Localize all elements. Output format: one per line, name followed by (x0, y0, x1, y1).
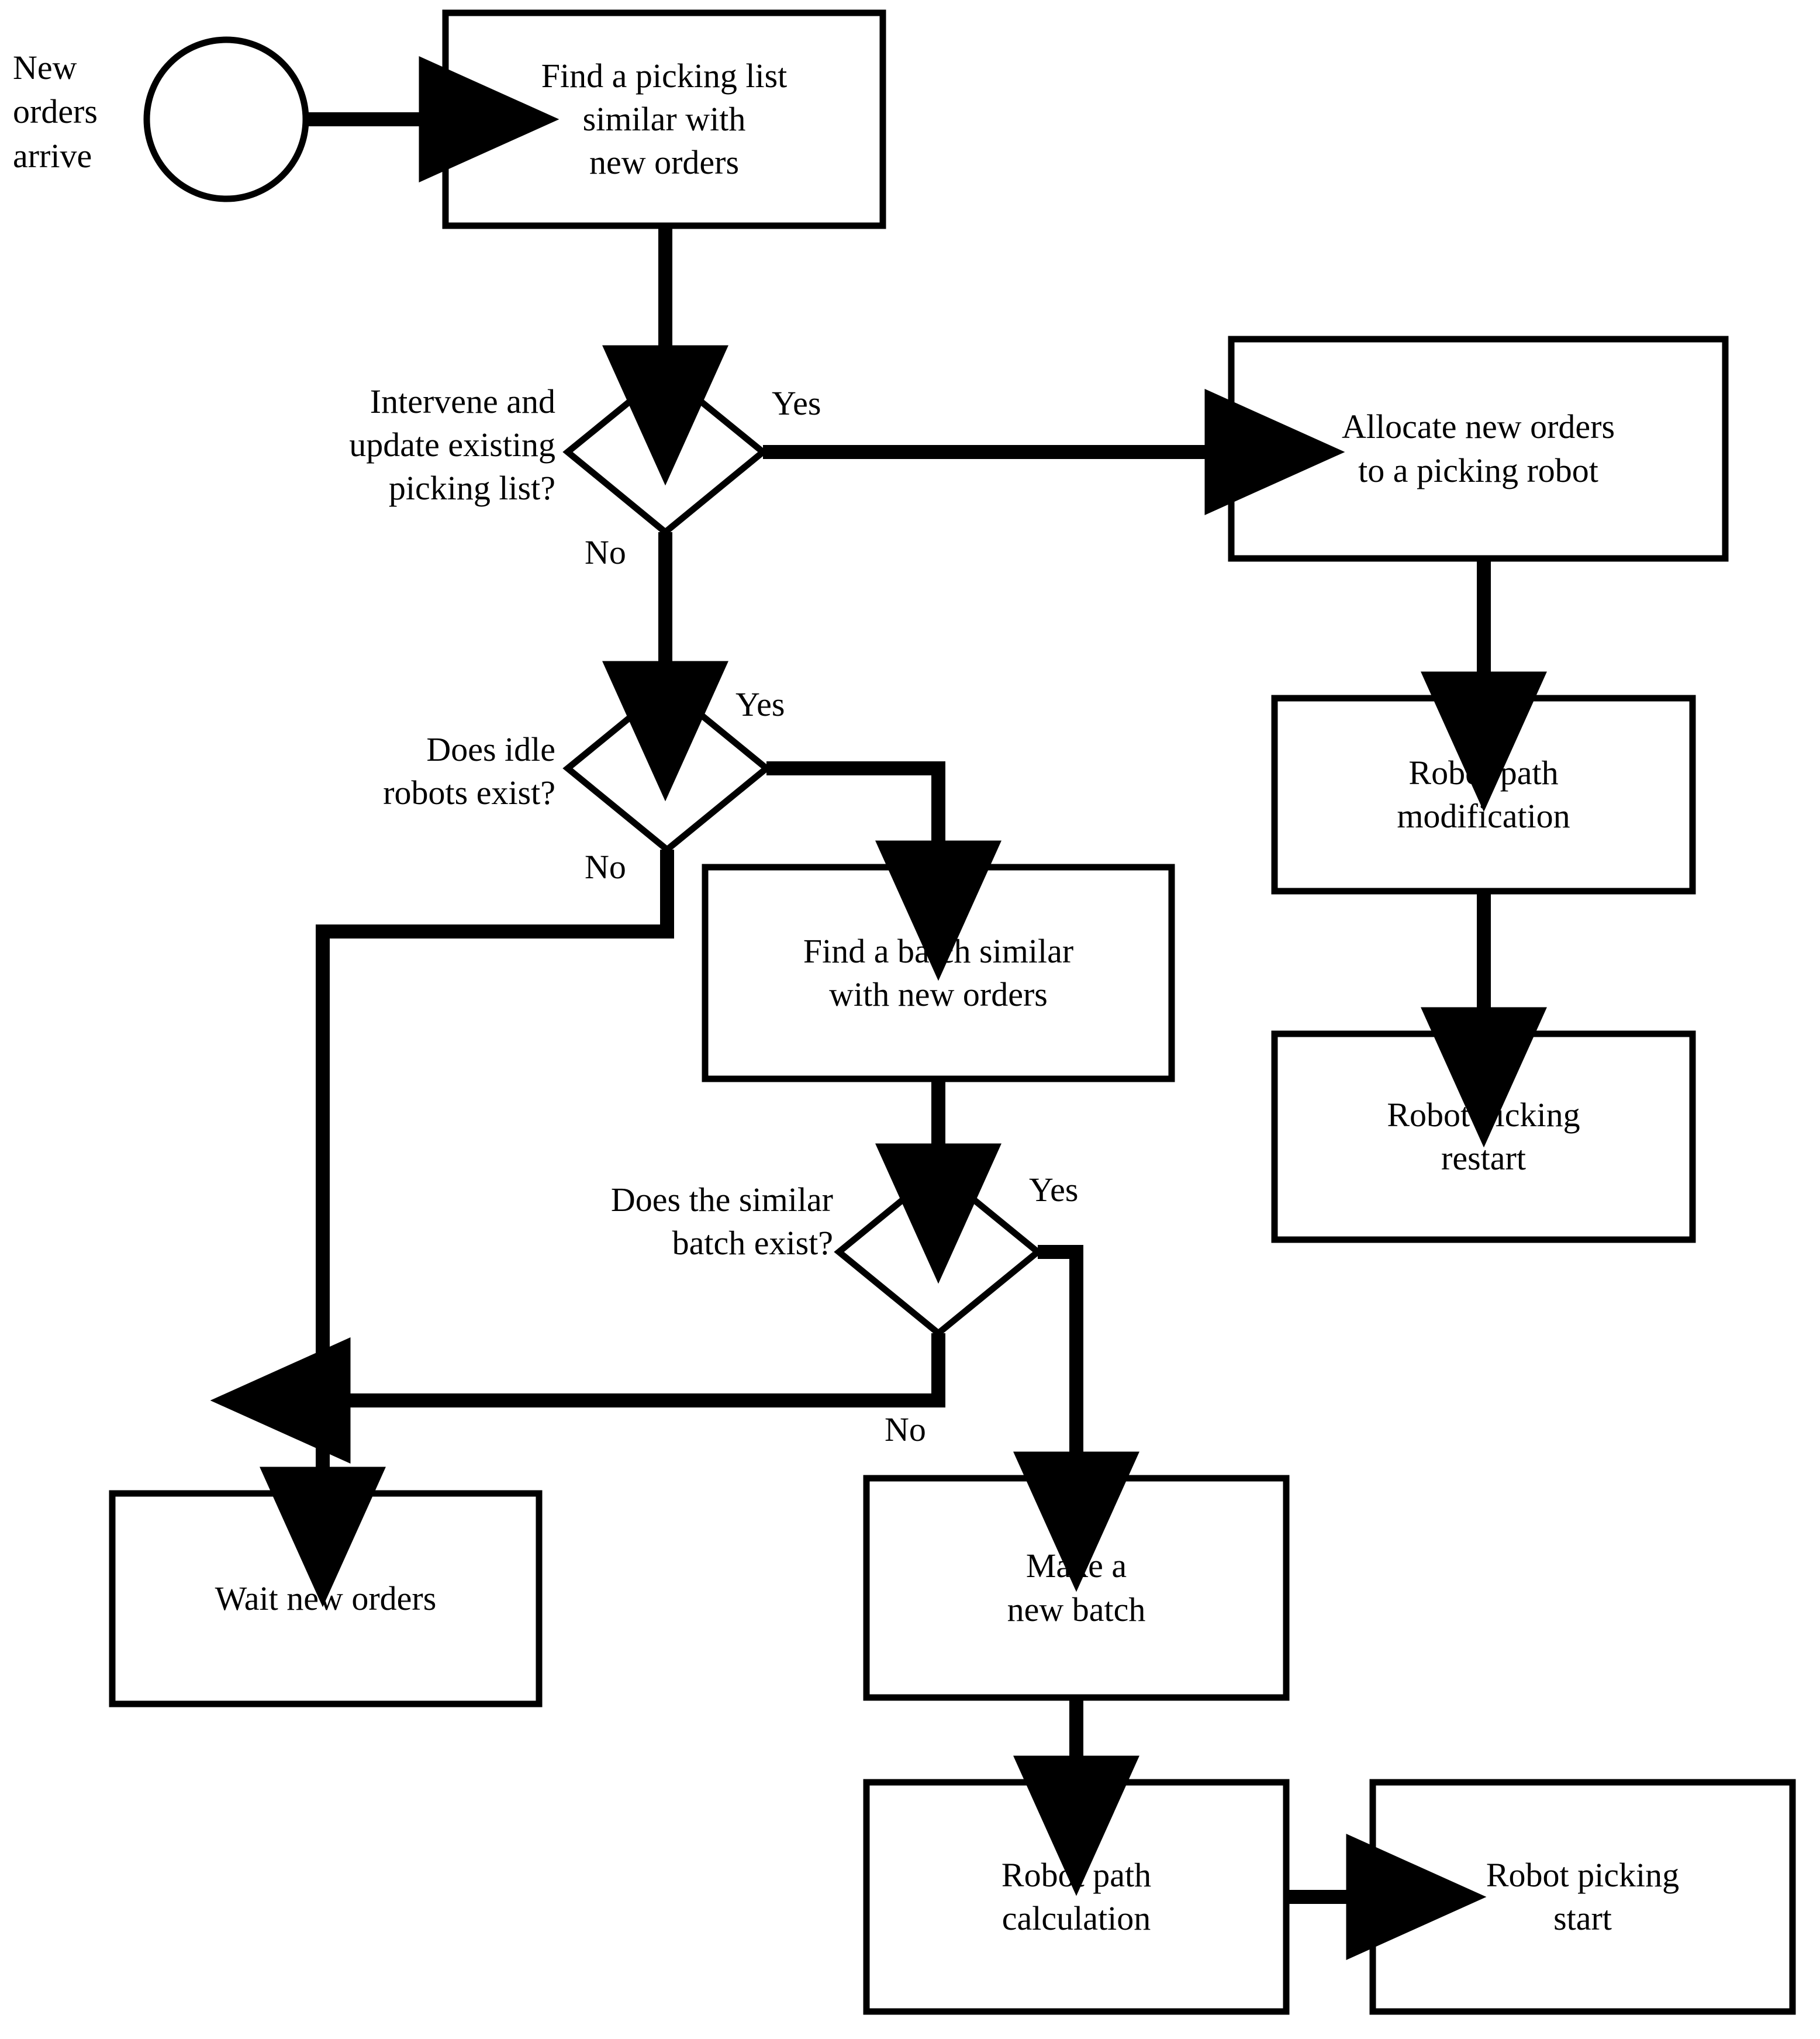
node-robot-path-calculation (863, 1779, 1290, 2015)
node-allocate-orders (1228, 336, 1729, 562)
flowchart-graphics (109, 9, 1796, 2015)
node-robot-picking-restart (1271, 1030, 1696, 1243)
edge-idle-yes-to-find-batch (766, 761, 1001, 981)
decision-similar-batch (834, 1166, 1043, 1338)
start-node-circle (143, 36, 309, 202)
decision-intervene (562, 368, 768, 537)
node-find-batch (702, 864, 1175, 1082)
edge-similar-batch-yes-to-make-batch (1013, 1245, 1139, 1592)
edge-label-intervene-no: No (585, 533, 626, 571)
edge-label-intervene-yes: Yes (772, 384, 821, 422)
start-node-label: New orders arrive (13, 49, 98, 175)
decision-idle-robots-label: Does idle robots exist? (383, 730, 555, 812)
flowchart-canvas: New orders arrive Find a picking list si… (0, 0, 1820, 2039)
edge-label-batch-no: No (885, 1410, 926, 1448)
node-robot-path-modification (1271, 695, 1696, 895)
node-wait-new-orders (109, 1490, 543, 1707)
node-robot-picking-start (1369, 1779, 1796, 2015)
edge-label-idle-yes: Yes (735, 685, 785, 723)
node-make-new-batch (863, 1475, 1290, 1701)
edge-idle-no-to-wait (260, 850, 674, 1607)
decision-intervene-label: Intervene and update existing picking li… (349, 382, 555, 508)
edge-label-idle-no: No (585, 848, 626, 886)
node-find-picking-list (442, 9, 886, 229)
edge-similar-batch-no-to-wait (210, 1333, 945, 1464)
decision-similar-batch-label: Does the similar batch exist? (610, 1181, 833, 1262)
edge-label-batch-yes: Yes (1029, 1171, 1079, 1209)
